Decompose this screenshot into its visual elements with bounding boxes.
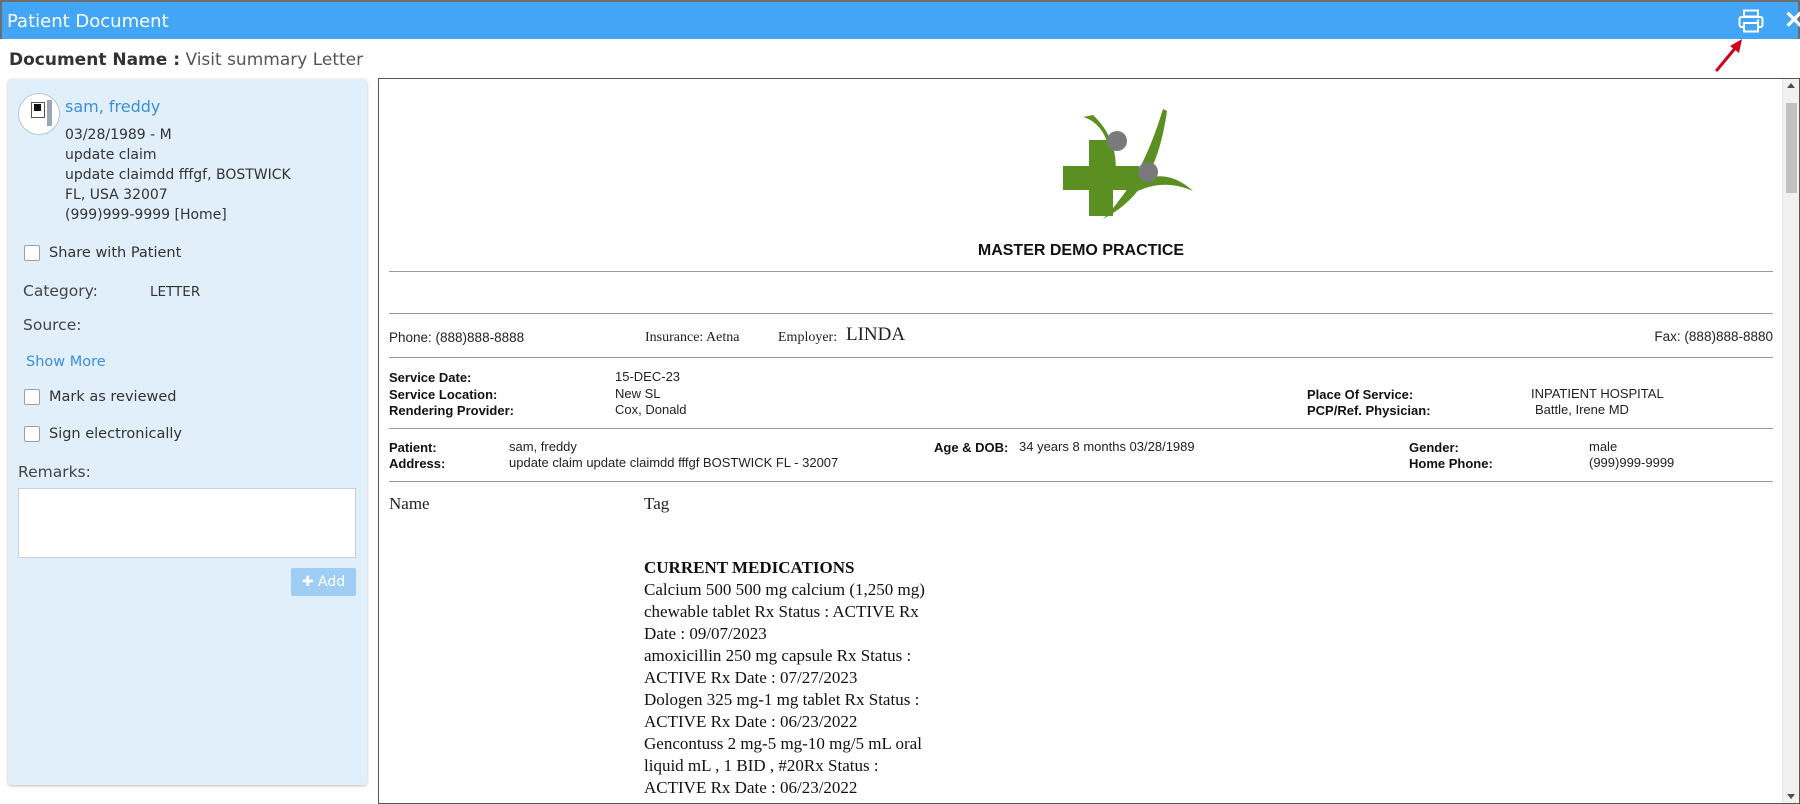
gender-value: male xyxy=(1589,439,1618,454)
address-value: update claim update claimdd fffgf BOSTWI… xyxy=(509,455,839,470)
scroll-down-icon[interactable] xyxy=(1787,794,1795,799)
mark-reviewed-checkbox[interactable] xyxy=(24,389,40,405)
category-label: Category: xyxy=(23,282,98,300)
close-icon[interactable]: ✕ xyxy=(1784,8,1800,34)
insurance: Insurance: Aetna xyxy=(645,330,740,345)
medication-line: Date : 09/07/2023 xyxy=(644,624,767,643)
current-medications: CURRENT MEDICATIONS Calcium 500 500 mg c… xyxy=(644,557,974,799)
document-name-value: Visit summary Letter xyxy=(185,50,364,70)
window-title: Patient Document xyxy=(7,11,169,32)
practice-logo-icon xyxy=(1063,109,1193,219)
age-dob-value: 34 years 8 months 03/28/1989 xyxy=(1019,439,1195,454)
pcp-value: Battle, Irene MD xyxy=(1535,402,1629,417)
remarks-textarea[interactable] xyxy=(18,488,356,558)
divider xyxy=(389,357,1773,358)
divider xyxy=(389,313,1773,314)
patient-value: sam, freddy xyxy=(509,439,577,454)
medication-line: ACTIVE Rx Date : 06/23/2022 xyxy=(644,712,858,731)
scroll-thumb[interactable] xyxy=(1786,103,1797,193)
age-dob-label: Age & DOB: xyxy=(934,440,1009,455)
annotation-arrow-icon xyxy=(1715,39,1742,72)
medication-line: Dologen 325 mg-1 mg tablet Rx Status : xyxy=(644,690,920,709)
medication-line: ACTIVE Rx Date : 07/27/2023 xyxy=(644,668,858,687)
divider xyxy=(389,428,1773,429)
patient-sidebar: sam, freddy 03/28/1989 - M update claim … xyxy=(8,79,367,785)
medication-line: ACTIVE Rx Date : 06/23/2022 xyxy=(644,778,858,797)
show-more-link[interactable]: Show More xyxy=(26,354,106,370)
patient-address-line2: update claimdd fffgf, BOSTWICK xyxy=(65,167,291,183)
letter-document: MASTER DEMO PRACTICE Phone: (888)888-888… xyxy=(389,79,1773,803)
patient-name-link[interactable]: sam, freddy xyxy=(65,97,160,116)
share-with-patient-checkbox[interactable] xyxy=(24,245,40,261)
table-header-tag: Tag xyxy=(644,494,670,513)
printer-icon[interactable] xyxy=(1738,9,1764,33)
medication-line: Calcium 500 500 mg calcium (1,250 mg) xyxy=(644,580,925,599)
patient-phone: (999)999-9999 [Home] xyxy=(65,207,227,223)
divider xyxy=(389,481,1773,482)
source-label: Source: xyxy=(23,316,82,334)
add-remark-button[interactable]: ✚ Add xyxy=(291,568,356,596)
sign-electronically-label: Sign electronically xyxy=(49,426,182,442)
place-of-service-value: INPATIENT HOSPITAL xyxy=(1531,386,1664,401)
mark-reviewed-row[interactable]: Mark as reviewed xyxy=(24,389,177,405)
home-phone-value: (999)999-9999 xyxy=(1589,455,1675,470)
table-header-name: Name xyxy=(389,494,430,513)
place-of-service-label: Place Of Service: xyxy=(1307,387,1414,402)
medication-line: Gencontuss 2 mg-5 mg-10 mg/5 mL oral xyxy=(644,734,922,753)
sign-electronically-checkbox[interactable] xyxy=(24,426,40,442)
practice-fax: Fax: (888)888-8880 xyxy=(1654,329,1773,344)
document-viewer[interactable]: MASTER DEMO PRACTICE Phone: (888)888-888… xyxy=(378,78,1800,804)
service-location-value: New SL xyxy=(615,386,661,401)
document-scrollbar[interactable] xyxy=(1782,79,1799,803)
medication-line: chewable tablet Rx Status : ACTIVE Rx xyxy=(644,602,919,621)
patient-address-line3: FL, USA 32007 xyxy=(65,187,168,203)
scroll-up-icon[interactable] xyxy=(1787,83,1795,88)
avatar xyxy=(18,93,60,135)
medication-line: amoxicillin 250 mg capsule Rx Status : xyxy=(644,646,912,665)
rendering-provider-label: Rendering Provider: xyxy=(389,403,514,418)
employer-label: Employer: xyxy=(778,330,838,345)
mark-reviewed-label: Mark as reviewed xyxy=(49,389,177,405)
rendering-provider-value: Cox, Donald xyxy=(615,402,687,417)
patient-label: Patient: xyxy=(389,440,437,455)
pcp-label: PCP/Ref. Physician: xyxy=(1307,403,1431,418)
medication-line: liquid mL , 1 BID , #20Rx Status : xyxy=(644,756,879,775)
home-phone-label: Home Phone: xyxy=(1409,456,1493,471)
share-with-patient-row[interactable]: Share with Patient xyxy=(24,245,181,261)
service-location-label: Service Location: xyxy=(389,387,498,402)
window-titlebar: Patient Document ✕ xyxy=(0,0,1800,39)
medications-heading: CURRENT MEDICATIONS xyxy=(644,558,855,577)
address-label: Address: xyxy=(389,456,446,471)
divider xyxy=(389,271,1773,272)
document-name: Document Name : Visit summary Letter xyxy=(9,50,363,70)
patient-address-line1: update claim xyxy=(65,147,157,163)
share-with-patient-label: Share with Patient xyxy=(49,245,182,261)
practice-phone: Phone: (888)888-8888 xyxy=(389,330,525,345)
practice-name: MASTER DEMO PRACTICE xyxy=(977,242,1185,259)
service-date-value: 15-DEC-23 xyxy=(615,369,681,384)
service-date-label: Service Date: xyxy=(389,370,472,385)
document-name-label: Document Name : xyxy=(9,50,181,70)
category-value: LETTER xyxy=(150,284,201,300)
remarks-label: Remarks: xyxy=(18,463,91,481)
employer-value: LINDA xyxy=(846,324,906,345)
gender-label: Gender: xyxy=(1409,440,1459,455)
sign-electronically-row[interactable]: Sign electronically xyxy=(24,426,182,442)
patient-dob-gender: 03/28/1989 - M xyxy=(65,127,172,143)
